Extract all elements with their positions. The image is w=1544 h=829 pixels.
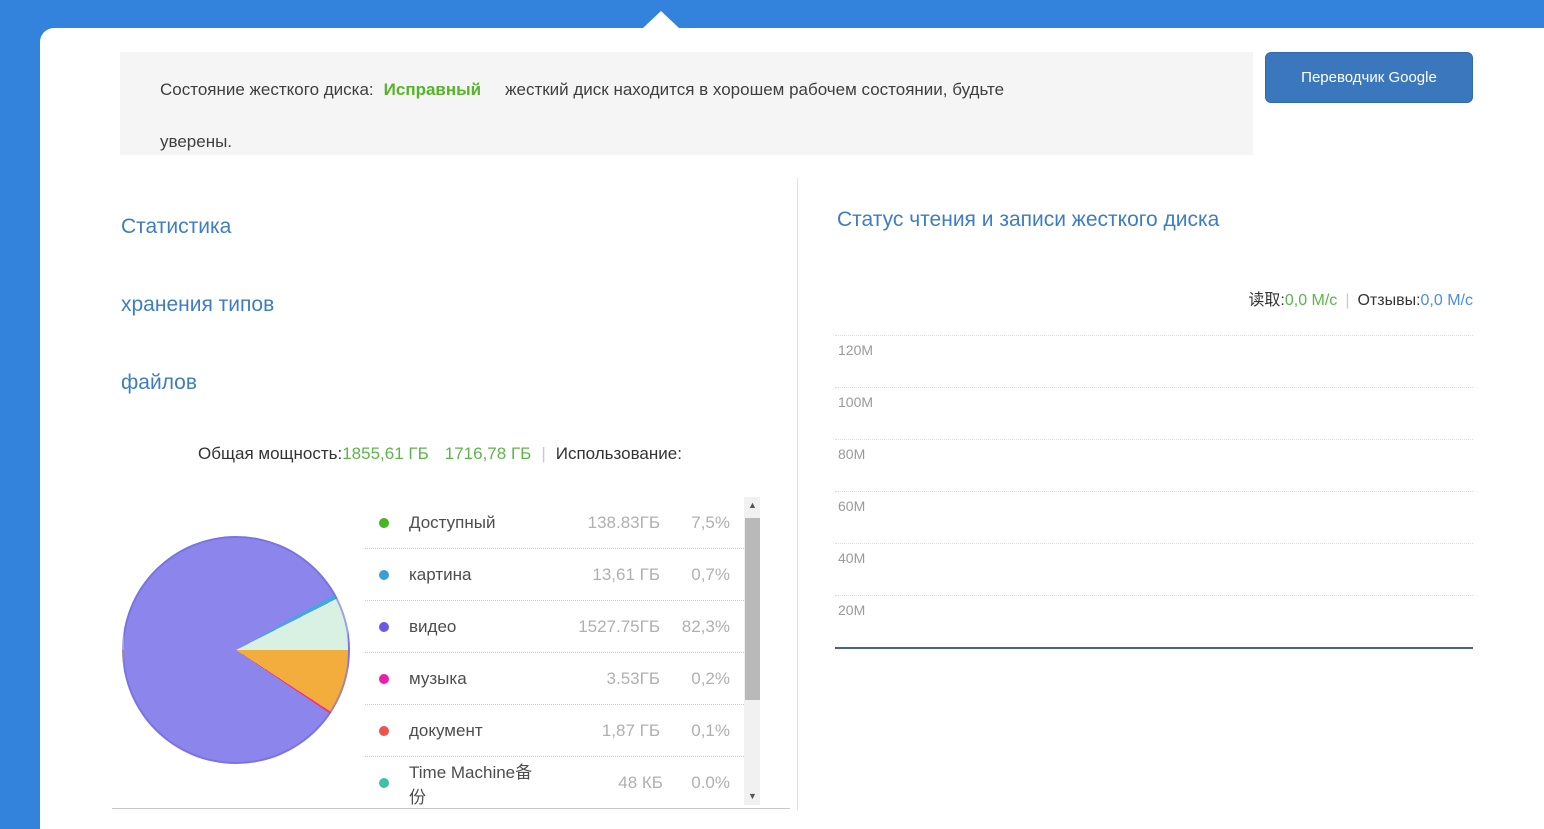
capacity-summary: Общая мощность:1855,61 ГБ 1716,78 ГБ | Испо… xyxy=(120,444,760,464)
legend-label: картина xyxy=(409,565,535,585)
legend-dot-icon xyxy=(379,778,389,788)
legend-label: музыка xyxy=(409,669,535,689)
capacity-available: 1716,78 ГБ xyxy=(445,444,532,463)
y-tick-label: 20M xyxy=(838,602,865,618)
scroll-down-icon[interactable]: ▼ xyxy=(744,788,760,805)
y-tick-label: 60M xyxy=(838,498,865,514)
capacity-label: Общая мощность: xyxy=(198,444,342,463)
y-tick-label: 80M xyxy=(838,446,865,462)
status-text-line1: жесткий диск находится в хорошем рабочем… xyxy=(505,80,1004,99)
status-text-line2: уверены. xyxy=(160,132,232,151)
legend-row: Доступный 138.83ГБ 7,5% xyxy=(365,497,760,549)
legend-rows-container: Доступный 138.83ГБ 7,5% картина 13,61 ГБ… xyxy=(365,497,760,807)
legend-dot-icon xyxy=(379,518,389,528)
grid-rows-container: 120M 100M 80M 60M 40M 20M xyxy=(835,335,1473,647)
status-value: Исправный xyxy=(384,80,481,99)
legend-label: видео xyxy=(409,617,535,637)
scroll-up-icon[interactable]: ▲ xyxy=(744,497,760,514)
legend-row: документ 1,87 ГБ 0,1% xyxy=(365,705,760,757)
legend-row: Time Machine备份 48 КБ 0.0% xyxy=(365,757,760,807)
main-card: Состояние жесткого диска: Исправный жестки… xyxy=(40,28,1544,829)
io-rates: 读取:0,0 М/с|Отзывы:0,0 М/с xyxy=(835,286,1473,310)
chart-gridline-row: 60M xyxy=(835,491,1473,543)
pointer-notch xyxy=(643,11,679,28)
legend-size: 13,61 ГБ xyxy=(535,565,660,585)
legend-row: видео 1527.75ГБ 82,3% xyxy=(365,601,760,653)
read-value: 0,0 М/с xyxy=(1285,292,1337,309)
chart-gridline-row: 120M xyxy=(835,335,1473,387)
chart-gridline-row: 40M xyxy=(835,543,1473,595)
legend-percent: 0,2% xyxy=(660,669,730,689)
status-label: Состояние жесткого диска: xyxy=(160,80,374,99)
legend-size: 48 КБ xyxy=(543,773,663,793)
legend-label: документ xyxy=(409,721,535,741)
legend-percent: 0.0% xyxy=(663,773,730,793)
legend-label: Доступный xyxy=(409,513,535,533)
legend-row: музыка 3.53ГБ 0,2% xyxy=(365,653,760,705)
legend-dot-icon xyxy=(379,674,389,684)
usage-label: Использование: xyxy=(556,444,682,463)
panel-divider xyxy=(797,178,798,810)
legend-size: 3.53ГБ xyxy=(535,669,660,689)
storage-pie-chart xyxy=(122,536,350,764)
io-line-chart: 120M 100M 80M 60M 40M 20M xyxy=(835,335,1473,649)
chart-gridline-row: 80M xyxy=(835,439,1473,491)
y-tick-label: 100M xyxy=(838,394,873,410)
rates-separator: | xyxy=(1345,292,1349,309)
legend-dot-icon xyxy=(379,726,389,736)
y-tick-label: 120M xyxy=(838,342,873,358)
status-banner: Состояние жесткого диска: Исправный жестки… xyxy=(120,52,1253,155)
legend-percent: 0,1% xyxy=(660,721,730,741)
read-label: 读取: xyxy=(1248,292,1284,309)
legend-dot-icon xyxy=(379,622,389,632)
capacity-separator: | xyxy=(541,444,545,463)
chart-gridline-row: 100M xyxy=(835,387,1473,439)
io-panel-title: Статус чтения и записи жесткого диска xyxy=(837,208,1219,232)
legend-size: 1527.75ГБ xyxy=(535,617,660,637)
write-value: 0,0 М/с xyxy=(1421,292,1473,309)
legend-scrollbar[interactable]: ▲ ▼ xyxy=(744,497,760,805)
left-panel-bottom-border xyxy=(112,808,790,809)
google-translate-button[interactable]: Переводчик Google xyxy=(1265,52,1473,103)
legend-row: картина 13,61 ГБ 0,7% xyxy=(365,549,760,601)
legend-dot-icon xyxy=(379,570,389,580)
legend-size: 1,87 ГБ xyxy=(535,721,660,741)
chart-baseline xyxy=(835,647,1473,649)
capacity-total: 1855,61 ГБ xyxy=(342,444,429,463)
scrollbar-thumb[interactable] xyxy=(745,518,760,700)
write-label: Отзывы: xyxy=(1357,292,1420,309)
legend-percent: 7,5% xyxy=(660,513,730,533)
legend-list[interactable]: Доступный 138.83ГБ 7,5% картина 13,61 ГБ… xyxy=(365,497,760,807)
chart-gridline-row: 20M xyxy=(835,595,1473,647)
legend-label: Time Machine备份 xyxy=(409,758,543,808)
storage-panel-title: Статистика хранения типов файлов xyxy=(121,188,381,422)
legend-percent: 0,7% xyxy=(660,565,730,585)
y-tick-label: 40M xyxy=(838,550,865,566)
legend-size: 138.83ГБ xyxy=(535,513,660,533)
legend-percent: 82,3% xyxy=(660,617,730,637)
